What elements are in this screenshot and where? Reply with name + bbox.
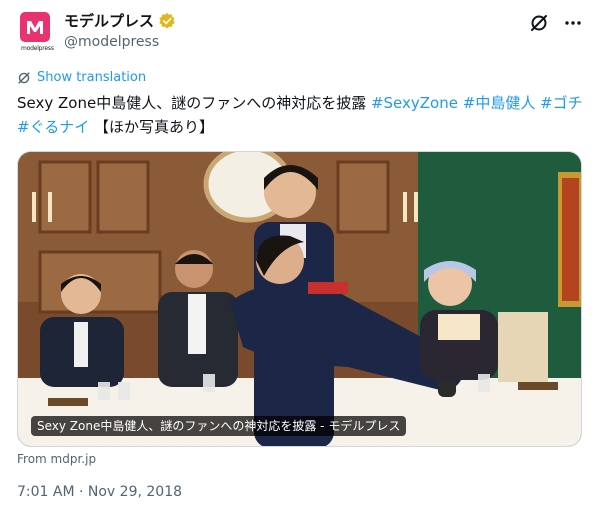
tweet-media[interactable]: Sexy Zone中島健人、謎のファンへの神対応を披露 - モデルプレス xyxy=(17,151,582,447)
slashed-circle-icon xyxy=(18,71,30,84)
display-name[interactable]: モデルプレス xyxy=(64,11,154,31)
avatar-logo-tile xyxy=(20,12,50,42)
media-photo xyxy=(18,152,581,446)
hashtag-link[interactable]: #ゴチ xyxy=(540,94,583,112)
show-translation-label[interactable]: Show translation xyxy=(37,70,146,85)
show-translation-link[interactable]: Show translation xyxy=(17,70,146,85)
display-name-row[interactable]: モデルプレス xyxy=(64,11,176,31)
media-caption: Sexy Zone中島健人、謎のファンへの神対応を披露 - モデルプレス xyxy=(31,416,407,436)
account-handle[interactable]: @modelpress xyxy=(64,32,176,52)
slashed-circle-icon xyxy=(531,15,547,31)
tweet-text: Sexy Zone中島健人、謎のファンへの神対応を披露 #SexyZone #中… xyxy=(17,91,587,139)
avatar-brand-text: modelpress xyxy=(21,45,54,52)
timestamp[interactable]: 7:01 AM · Nov 29, 2018 xyxy=(17,484,182,500)
verified-badge-icon xyxy=(159,12,175,29)
tweet-text-segment: 【ほか写真あり】 xyxy=(89,118,215,136)
modelpress-m-icon xyxy=(27,21,43,34)
header-actions xyxy=(528,12,584,34)
more-button[interactable] xyxy=(562,12,584,34)
account-names: モデルプレス @modelpress xyxy=(64,11,176,52)
source-link[interactable]: From mdpr.jp xyxy=(17,452,96,466)
avatar[interactable]: modelpress xyxy=(20,12,54,56)
tweet-text-segment: Sexy Zone中島健人、謎のファンへの神対応を披露 xyxy=(17,94,371,112)
hashtag-link[interactable]: #ぐるナイ xyxy=(17,118,89,136)
tweet-header: modelpress モデルプレス @modelpress xyxy=(16,10,586,58)
hashtag-link[interactable]: #中島健人 xyxy=(463,94,536,112)
more-dots-icon xyxy=(565,21,581,25)
grok-button[interactable] xyxy=(528,12,550,34)
hashtag-link[interactable]: #SexyZone xyxy=(371,94,458,112)
